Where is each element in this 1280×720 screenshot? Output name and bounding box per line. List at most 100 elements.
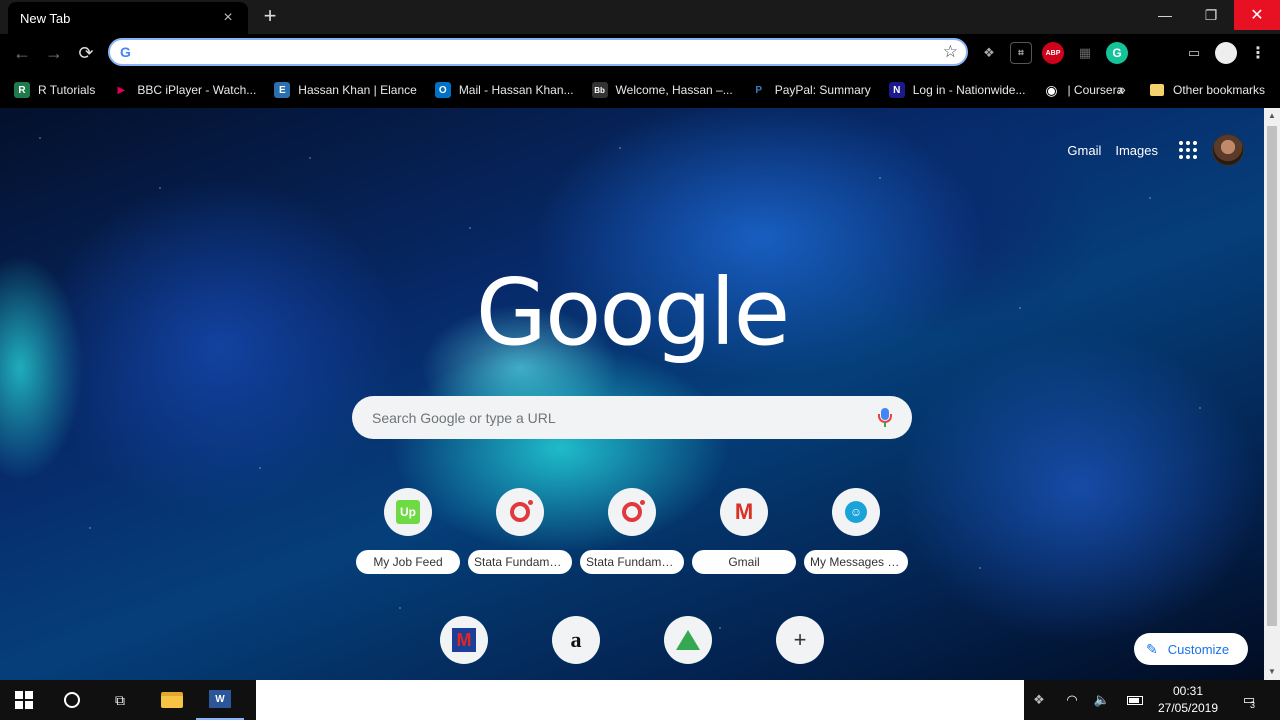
- new-tab-page: Gmail Images Google Search Google or typ…: [0, 108, 1264, 680]
- bookmark-favicon-icon: R: [14, 82, 30, 98]
- reload-icon[interactable]: ⟳: [73, 40, 99, 66]
- top-links: Gmail Images: [1067, 134, 1244, 166]
- forward-arrow-icon[interactable]: →: [41, 40, 67, 66]
- grid-extension-icon[interactable]: ▦: [1074, 42, 1096, 64]
- file-explorer-button[interactable]: [148, 680, 196, 720]
- battery-icon[interactable]: [1124, 680, 1146, 720]
- pdf-extension-icon[interactable]: ⌗: [1010, 42, 1032, 64]
- shortcut-tile[interactable]: Stata Fundame...: [580, 488, 684, 574]
- minimize-icon[interactable]: —: [1142, 0, 1188, 30]
- taskbar-window-preview: [256, 680, 1024, 720]
- customize-button[interactable]: ✎ Customize: [1134, 633, 1248, 665]
- other-bookmarks[interactable]: Other bookmarks: [1150, 72, 1265, 108]
- add-shortcut-icon: +: [776, 616, 824, 664]
- microphone-icon[interactable]: [878, 407, 892, 428]
- chrome-menu-icon[interactable]: ⋮: [1247, 42, 1269, 64]
- bookmark-favicon-icon: N: [888, 82, 905, 98]
- title-bar: New Tab × + — ❐ ✕: [0, 0, 1280, 34]
- metro-icon: M: [440, 616, 488, 664]
- bookmark-favicon-icon: Bb: [591, 82, 608, 98]
- gmail-link[interactable]: Gmail: [1067, 143, 1101, 158]
- new-tab-icon[interactable]: +: [258, 5, 282, 29]
- apps-grid-icon[interactable]: [1178, 140, 1198, 160]
- bookmark-item[interactable]: O Mail - Hassan Khan...: [434, 82, 574, 98]
- bookmark-label: PayPal: Summary: [774, 83, 871, 97]
- bookmark-label: BBC iPlayer - Watch...: [137, 83, 257, 97]
- stata-icon: [608, 488, 656, 536]
- tab-title: New Tab: [20, 10, 71, 26]
- images-link[interactable]: Images: [1115, 143, 1158, 158]
- shortcut-label: Gmail: [692, 550, 796, 574]
- adblock-plus-icon[interactable]: ABP: [1042, 42, 1064, 64]
- bookmark-label: Mail - Hassan Khan...: [458, 83, 574, 97]
- shortcut-tile[interactable]: Stata Fundame...: [468, 488, 572, 574]
- upwork-icon: Up: [384, 488, 432, 536]
- wifi-icon[interactable]: ◠: [1062, 680, 1082, 720]
- vertical-scrollbar[interactable]: ▲ ▼: [1264, 108, 1280, 680]
- gmail-icon: M: [720, 488, 768, 536]
- account-avatar[interactable]: [1212, 134, 1244, 166]
- shortcut-label: Stata Fundame...: [580, 550, 684, 574]
- start-button[interactable]: [0, 680, 48, 720]
- shortcut-tile[interactable]: [636, 616, 740, 664]
- address-bar[interactable]: G ☆: [108, 38, 968, 66]
- amazon-icon: a: [552, 616, 600, 664]
- task-view-icon[interactable]: ⧉: [96, 680, 144, 720]
- shortcut-label: My Job Feed: [356, 550, 460, 574]
- pencil-icon: ✎: [1146, 640, 1158, 657]
- volume-icon[interactable]: 🔈: [1092, 680, 1112, 720]
- system-clock[interactable]: 00:31 27/05/2019: [1150, 683, 1226, 717]
- shortcut-tile[interactable]: ☺ My Messages o...: [804, 488, 908, 574]
- shortcut-label: Stata Fundame...: [468, 550, 572, 574]
- bookmark-star-icon[interactable]: ☆: [943, 42, 958, 62]
- add-shortcut-button[interactable]: +: [748, 616, 852, 664]
- shortcut-label: My Messages o...: [804, 550, 908, 574]
- messages-icon: ☺: [832, 488, 880, 536]
- grammarly-icon[interactable]: G: [1106, 42, 1128, 64]
- bookmark-favicon-icon: E: [274, 82, 291, 98]
- bookmarks-overflow-icon[interactable]: »: [1118, 81, 1126, 97]
- bookmark-item[interactable]: R R Tutorials: [14, 82, 95, 98]
- restore-icon[interactable]: ❐: [1188, 0, 1234, 30]
- action-center-button[interactable]: ▭ 3: [1236, 680, 1262, 720]
- bookmark-label: | Coursera: [1067, 83, 1124, 97]
- search-input[interactable]: Search Google or type a URL: [372, 410, 878, 426]
- cast-icon[interactable]: ▭: [1183, 42, 1205, 64]
- windows-logo-icon: [15, 691, 33, 709]
- word-button[interactable]: W: [196, 680, 244, 720]
- bookmark-label: R Tutorials: [38, 83, 96, 97]
- dropbox-extension-icon[interactable]: ❖: [978, 42, 1000, 64]
- stata-icon: [496, 488, 544, 536]
- shortcut-tile[interactable]: M Gmail: [692, 488, 796, 574]
- file-explorer-icon: [161, 692, 183, 708]
- bookmark-item[interactable]: P PayPal: Summary: [751, 82, 871, 98]
- tab-close-icon[interactable]: ×: [220, 10, 236, 26]
- google-logo: Google: [475, 259, 790, 366]
- bookmark-item[interactable]: ▶ BBC iPlayer - Watch...: [113, 82, 257, 98]
- shortcut-tile[interactable]: Up My Job Feed: [356, 488, 460, 574]
- clock-time: 00:31: [1172, 684, 1204, 698]
- scroll-thumb[interactable]: [1267, 126, 1277, 626]
- bookmark-item[interactable]: Bb Welcome, Hassan –...: [591, 82, 733, 98]
- bookmark-item[interactable]: ◉ | Coursera: [1043, 82, 1123, 98]
- bookmark-label: Log in - Nationwide...: [912, 83, 1026, 97]
- bookmark-item[interactable]: N Log in - Nationwide...: [888, 82, 1026, 98]
- scroll-down-icon[interactable]: ▼: [1264, 664, 1280, 680]
- profile-avatar-icon[interactable]: [1215, 42, 1237, 64]
- customize-label: Customize: [1167, 641, 1230, 657]
- scroll-up-icon[interactable]: ▲: [1264, 108, 1280, 124]
- bookmark-item[interactable]: E Hassan Khan | Elance: [274, 82, 417, 98]
- bookmark-label: Hassan Khan | Elance: [298, 83, 417, 97]
- tab-new-tab[interactable]: New Tab ×: [8, 2, 248, 34]
- windows-taskbar: ⧉ W ❖ ◠ 🔈 00:31 27/05/2019 ▭ 3: [0, 680, 1280, 720]
- search-box[interactable]: Search Google or type a URL: [352, 396, 912, 439]
- dropbox-tray-icon[interactable]: ❖: [1028, 680, 1050, 720]
- window-close-icon[interactable]: ✕: [1234, 0, 1280, 30]
- back-arrow-icon[interactable]: ←: [9, 40, 35, 66]
- drive-icon: [664, 616, 712, 664]
- bookmark-favicon-icon: ◉: [1045, 81, 1058, 98]
- word-icon: W: [209, 690, 231, 708]
- shortcut-tile[interactable]: M: [412, 616, 516, 664]
- shortcut-tile[interactable]: a: [524, 616, 628, 664]
- cortana-search-button[interactable]: [48, 680, 96, 720]
